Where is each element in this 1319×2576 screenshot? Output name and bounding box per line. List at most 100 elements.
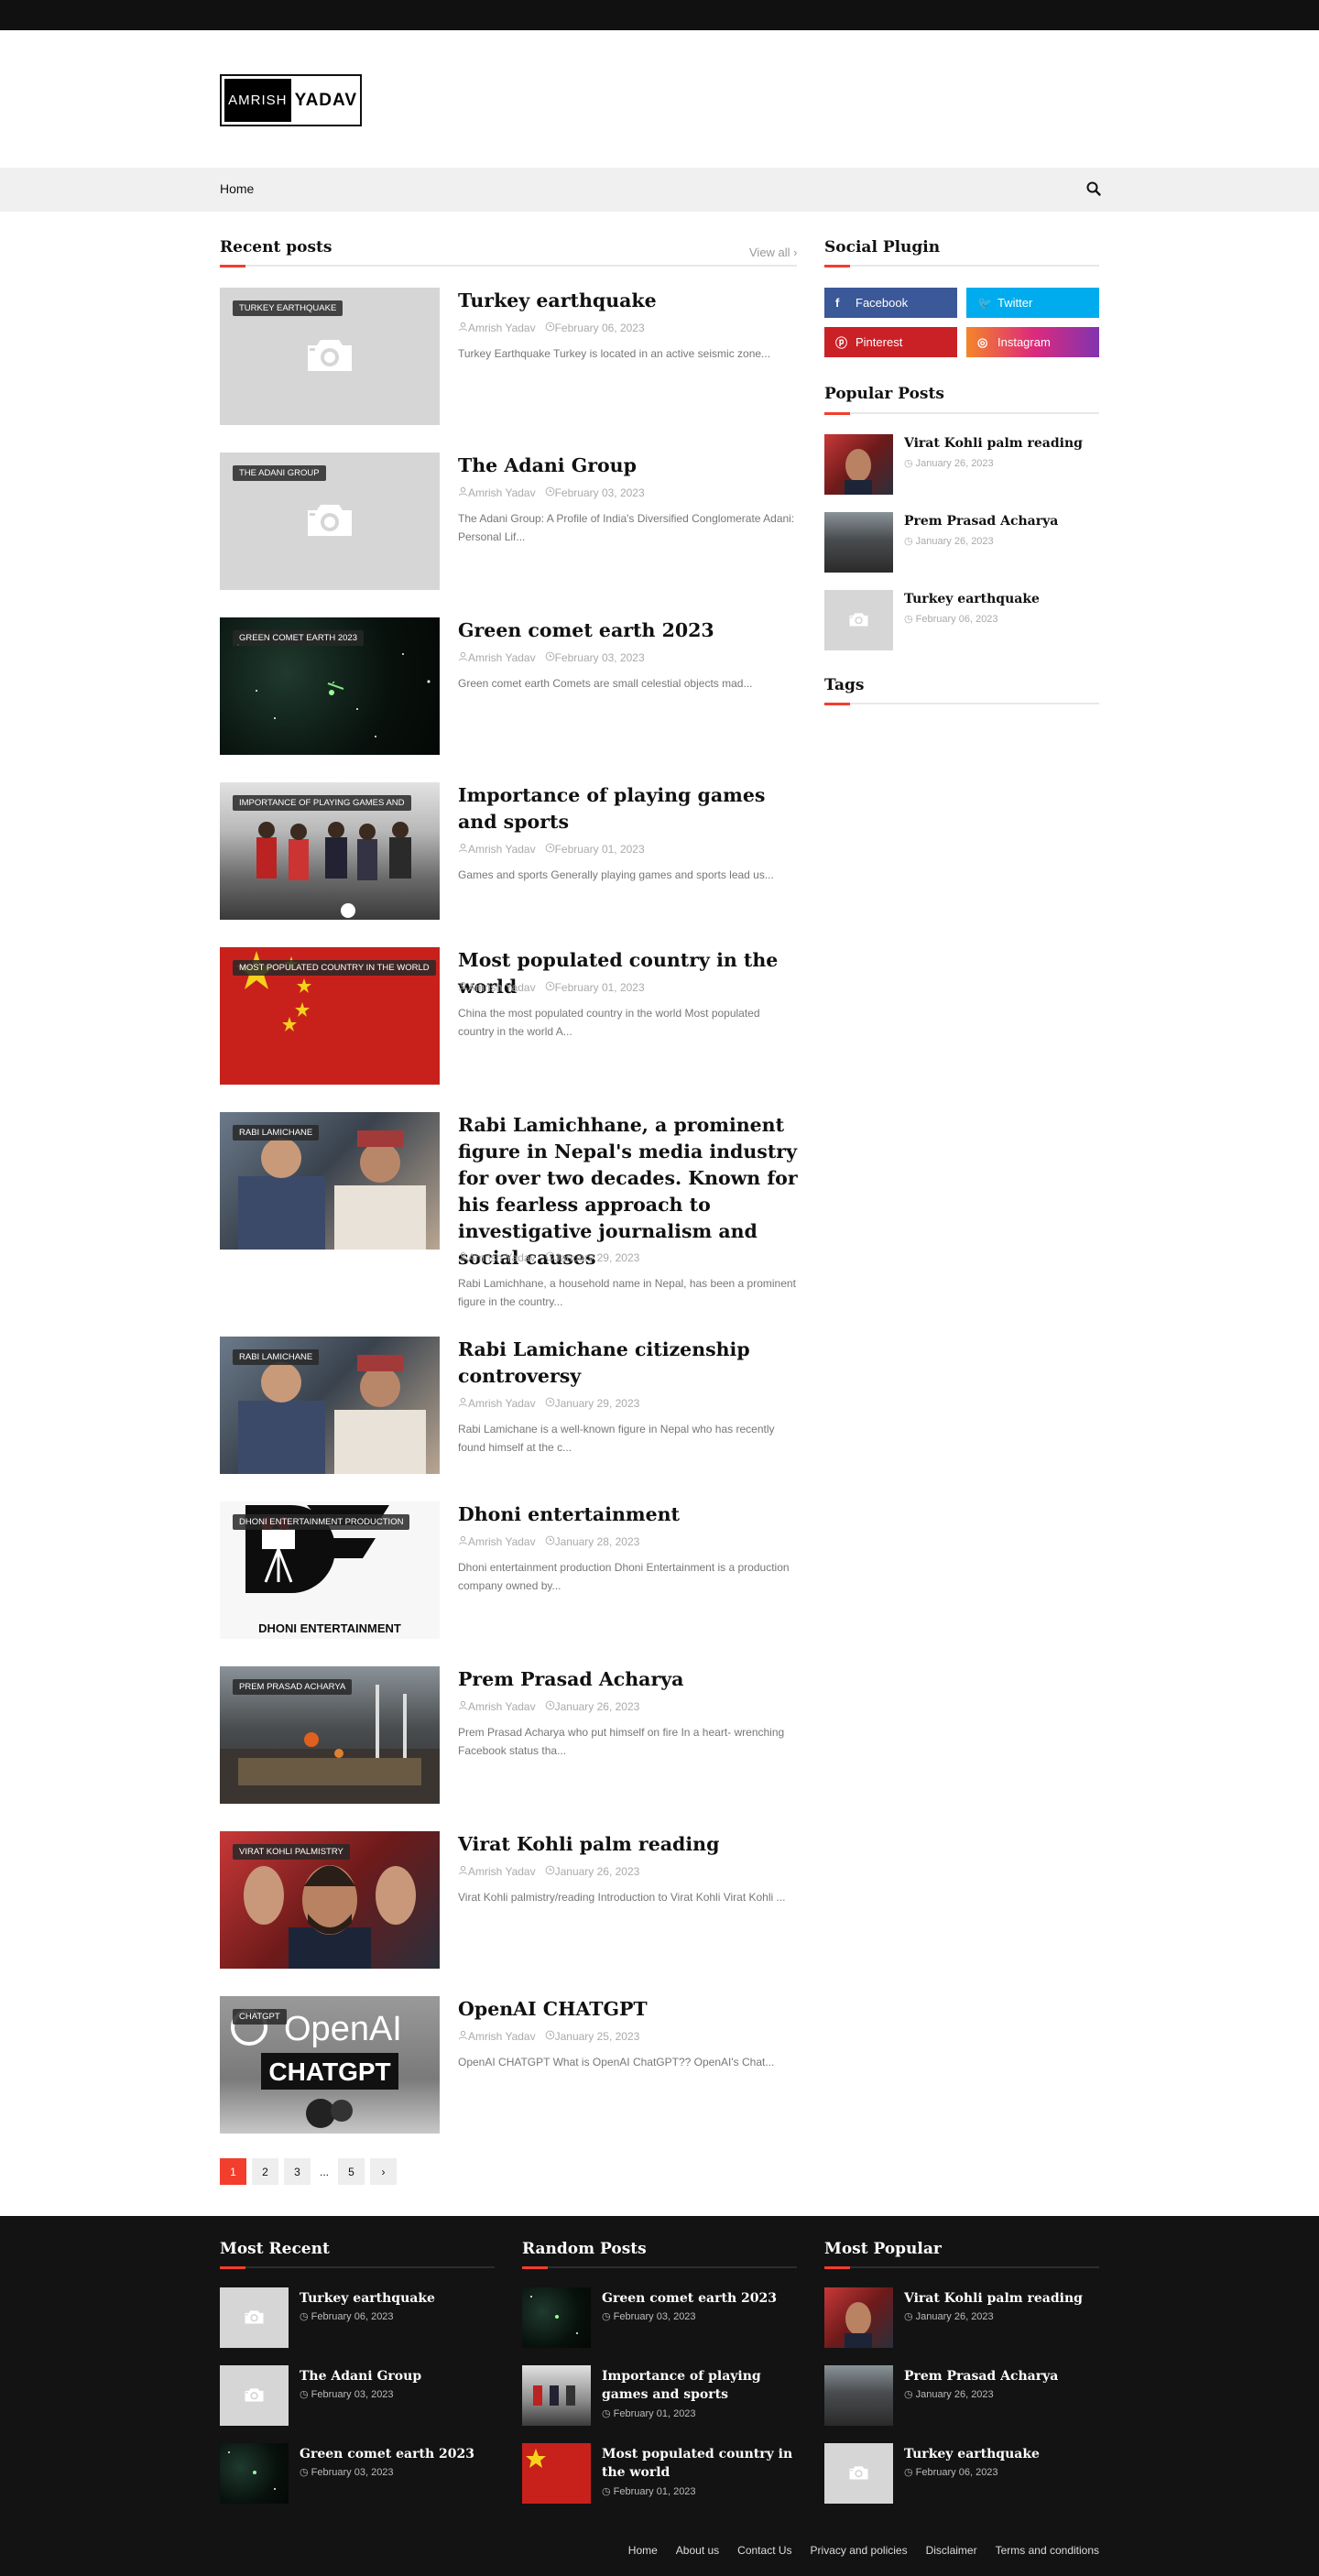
- nav-home-link[interactable]: Home: [220, 181, 254, 196]
- footer-post-item[interactable]: The Adani Group ◷ February 03, 2023: [220, 2365, 495, 2426]
- footer-post-title[interactable]: Virat Kohli palm reading: [904, 2289, 1101, 2308]
- post-title[interactable]: Green comet earth 2023: [458, 617, 801, 644]
- footer-post-title[interactable]: Turkey earthquake: [300, 2289, 496, 2308]
- post-title[interactable]: Rabi Lamichane citizenship controversy: [458, 1337, 801, 1390]
- footer-post-title[interactable]: The Adani Group: [300, 2367, 496, 2385]
- post-thumbnail[interactable]: Rabi Lamichane: [220, 1112, 440, 1250]
- footer-post-item[interactable]: Green comet earth 2023 ◷ February 03, 20…: [522, 2287, 797, 2348]
- popular-post-title[interactable]: Prem Prasad Acharya: [904, 514, 1058, 529]
- post-item[interactable]: Green comet earth 2023 Green comet earth…: [220, 617, 797, 755]
- popular-post-title[interactable]: Turkey earthquake: [904, 592, 1040, 606]
- footer-post-thumbnail[interactable]: [220, 2443, 289, 2504]
- post-label-badge[interactable]: Rabi Lamichane: [233, 1349, 320, 1365]
- post-label-badge[interactable]: Dhoni entertainment production: [233, 1514, 410, 1530]
- footer-post-title[interactable]: Prem Prasad Acharya: [904, 2367, 1101, 2385]
- site-logo[interactable]: AMRISH YADAV: [220, 74, 362, 126]
- post-thumbnail[interactable]: Prem Prasad Acharya: [220, 1666, 440, 1804]
- footer-post-thumbnail[interactable]: [220, 2287, 289, 2348]
- instagram-button[interactable]: ◎ Instagram: [966, 327, 1099, 357]
- post-title[interactable]: Virat Kohli palm reading: [458, 1831, 801, 1858]
- view-all-link[interactable]: View all ›: [749, 246, 798, 259]
- footer-link-disclaimer[interactable]: Disclaimer: [926, 2544, 977, 2557]
- page-1-button[interactable]: 1: [220, 2158, 246, 2185]
- post-author: Amrish Yadav: [468, 2030, 536, 2043]
- footer-post-title[interactable]: Most populated country in the world: [602, 2445, 799, 2482]
- post-excerpt: Turkey Earthquake Turkey is located in a…: [458, 347, 771, 360]
- popular-post-item[interactable]: Prem Prasad Acharya ◷ January 26, 2023: [824, 512, 1099, 573]
- footer-post-title[interactable]: Importance of playing games and sports: [602, 2367, 799, 2404]
- footer-post-thumbnail[interactable]: [522, 2287, 591, 2348]
- post-item[interactable]: Prem Prasad Acharya Prem Prasad Acharya …: [220, 1666, 797, 1804]
- pinterest-button[interactable]: ⓟ Pinterest: [824, 327, 957, 357]
- post-thumbnail[interactable]: Importance of playing games and: [220, 782, 440, 920]
- footer-post-thumbnail[interactable]: [220, 2365, 289, 2426]
- footer-post-title[interactable]: Green comet earth 2023: [602, 2289, 799, 2308]
- post-title[interactable]: Rabi Lamichhane, a prominent figure in N…: [458, 1112, 801, 1272]
- search-icon[interactable]: [1085, 180, 1102, 197]
- page-2-button[interactable]: 2: [252, 2158, 278, 2185]
- next-page-button[interactable]: ›: [370, 2158, 397, 2185]
- footer-post-item[interactable]: Prem Prasad Acharya ◷ January 26, 2023: [824, 2365, 1099, 2426]
- post-label-badge[interactable]: Prem Prasad Acharya: [233, 1679, 353, 1695]
- page-3-button[interactable]: 3: [284, 2158, 311, 2185]
- footer-post-thumbnail[interactable]: [824, 2443, 893, 2504]
- post-item[interactable]: OpenAI CHATGPT CHATGPT OpenAI CHATGPT Am…: [220, 1996, 797, 2134]
- popular-post-item[interactable]: Virat Kohli palm reading ◷ January 26, 2…: [824, 434, 1099, 495]
- post-label-badge[interactable]: Most populated country in the world: [233, 960, 436, 976]
- popular-post-thumbnail[interactable]: [824, 434, 893, 495]
- post-thumbnail[interactable]: Turkey earthquake: [220, 288, 440, 425]
- footer-post-item[interactable]: Most populated country in the world ◷ Fe…: [522, 2443, 797, 2504]
- post-thumbnail[interactable]: DHONI ENTERTAINMENT Dhoni entertainment …: [220, 1501, 440, 1639]
- post-title[interactable]: Dhoni entertainment: [458, 1501, 801, 1528]
- post-label-badge[interactable]: Rabi Lamichane: [233, 1125, 320, 1141]
- post-thumbnail[interactable]: OpenAI CHATGPT CHATGPT: [220, 1996, 440, 2134]
- post-thumbnail[interactable]: Virat kohli palmistry: [220, 1831, 440, 1969]
- post-label-badge[interactable]: Virat kohli palmistry: [233, 1844, 350, 1860]
- post-thumbnail[interactable]: Green comet earth 2023: [220, 617, 440, 755]
- post-item[interactable]: DHONI ENTERTAINMENT Dhoni entertainment …: [220, 1501, 797, 1639]
- post-label-badge[interactable]: CHATGPT: [233, 2009, 287, 2025]
- post-item[interactable]: Rabi Lamichane Rabi Lamichane citizenshi…: [220, 1337, 797, 1474]
- footer-post-thumbnail[interactable]: [824, 2287, 893, 2348]
- footer-post-item[interactable]: Turkey earthquake ◷ February 06, 2023: [824, 2443, 1099, 2504]
- post-item[interactable]: Most populated country in the world Most…: [220, 947, 797, 1085]
- post-item[interactable]: The Adani Group The Adani Group Amrish Y…: [220, 453, 797, 590]
- post-item[interactable]: Virat kohli palmistry Virat Kohli palm r…: [220, 1831, 797, 1969]
- footer-post-thumbnail[interactable]: [824, 2365, 893, 2426]
- post-thumbnail[interactable]: The Adani Group: [220, 453, 440, 590]
- post-item[interactable]: Turkey earthquake Turkey earthquake Amri…: [220, 288, 797, 425]
- post-title[interactable]: Prem Prasad Acharya: [458, 1666, 801, 1693]
- footer-link-contact[interactable]: Contact Us: [737, 2544, 791, 2557]
- post-label-badge[interactable]: The Adani Group: [233, 465, 326, 481]
- post-title[interactable]: The Adani Group: [458, 453, 801, 479]
- post-title[interactable]: OpenAI CHATGPT: [458, 1996, 801, 2023]
- twitter-button[interactable]: 🐦 Twitter: [966, 288, 1099, 318]
- footer-post-item[interactable]: Green comet earth 2023 ◷ February 03, 20…: [220, 2443, 495, 2504]
- post-label-badge[interactable]: Green comet earth 2023: [233, 630, 364, 646]
- post-item[interactable]: Importance of playing games and Importan…: [220, 782, 797, 920]
- facebook-button[interactable]: f Facebook: [824, 288, 957, 318]
- popular-post-thumbnail[interactable]: [824, 590, 893, 650]
- footer-link-privacy[interactable]: Privacy and policies: [811, 2544, 908, 2557]
- footer-post-item[interactable]: Virat Kohli palm reading ◷ January 26, 2…: [824, 2287, 1099, 2348]
- footer-link-about[interactable]: About us: [676, 2544, 719, 2557]
- footer-post-item[interactable]: Importance of playing games and sports ◷…: [522, 2365, 797, 2426]
- post-title[interactable]: Importance of playing games and sports: [458, 782, 801, 835]
- post-thumbnail[interactable]: Rabi Lamichane: [220, 1337, 440, 1474]
- footer-post-item[interactable]: Turkey earthquake ◷ February 06, 2023: [220, 2287, 495, 2348]
- post-label-badge[interactable]: Importance of playing games and: [233, 795, 411, 811]
- page-5-button[interactable]: 5: [338, 2158, 365, 2185]
- post-label-badge[interactable]: Turkey earthquake: [233, 300, 343, 316]
- footer-post-title[interactable]: Turkey earthquake: [904, 2445, 1101, 2463]
- footer-post-thumbnail[interactable]: [522, 2365, 591, 2426]
- popular-post-title[interactable]: Virat Kohli palm reading: [904, 436, 1083, 451]
- post-item[interactable]: Rabi Lamichane Rabi Lamichhane, a promin…: [220, 1112, 798, 1309]
- popular-post-thumbnail[interactable]: [824, 512, 893, 573]
- popular-post-item[interactable]: Turkey earthquake ◷ February 06, 2023: [824, 590, 1099, 650]
- post-title[interactable]: Turkey earthquake: [458, 288, 801, 314]
- footer-link-home[interactable]: Home: [628, 2544, 658, 2557]
- footer-link-terms[interactable]: Terms and conditions: [996, 2544, 1099, 2557]
- footer-post-title[interactable]: Green comet earth 2023: [300, 2445, 496, 2463]
- post-thumbnail[interactable]: Most populated country in the world: [220, 947, 440, 1085]
- footer-post-thumbnail[interactable]: [522, 2443, 591, 2504]
